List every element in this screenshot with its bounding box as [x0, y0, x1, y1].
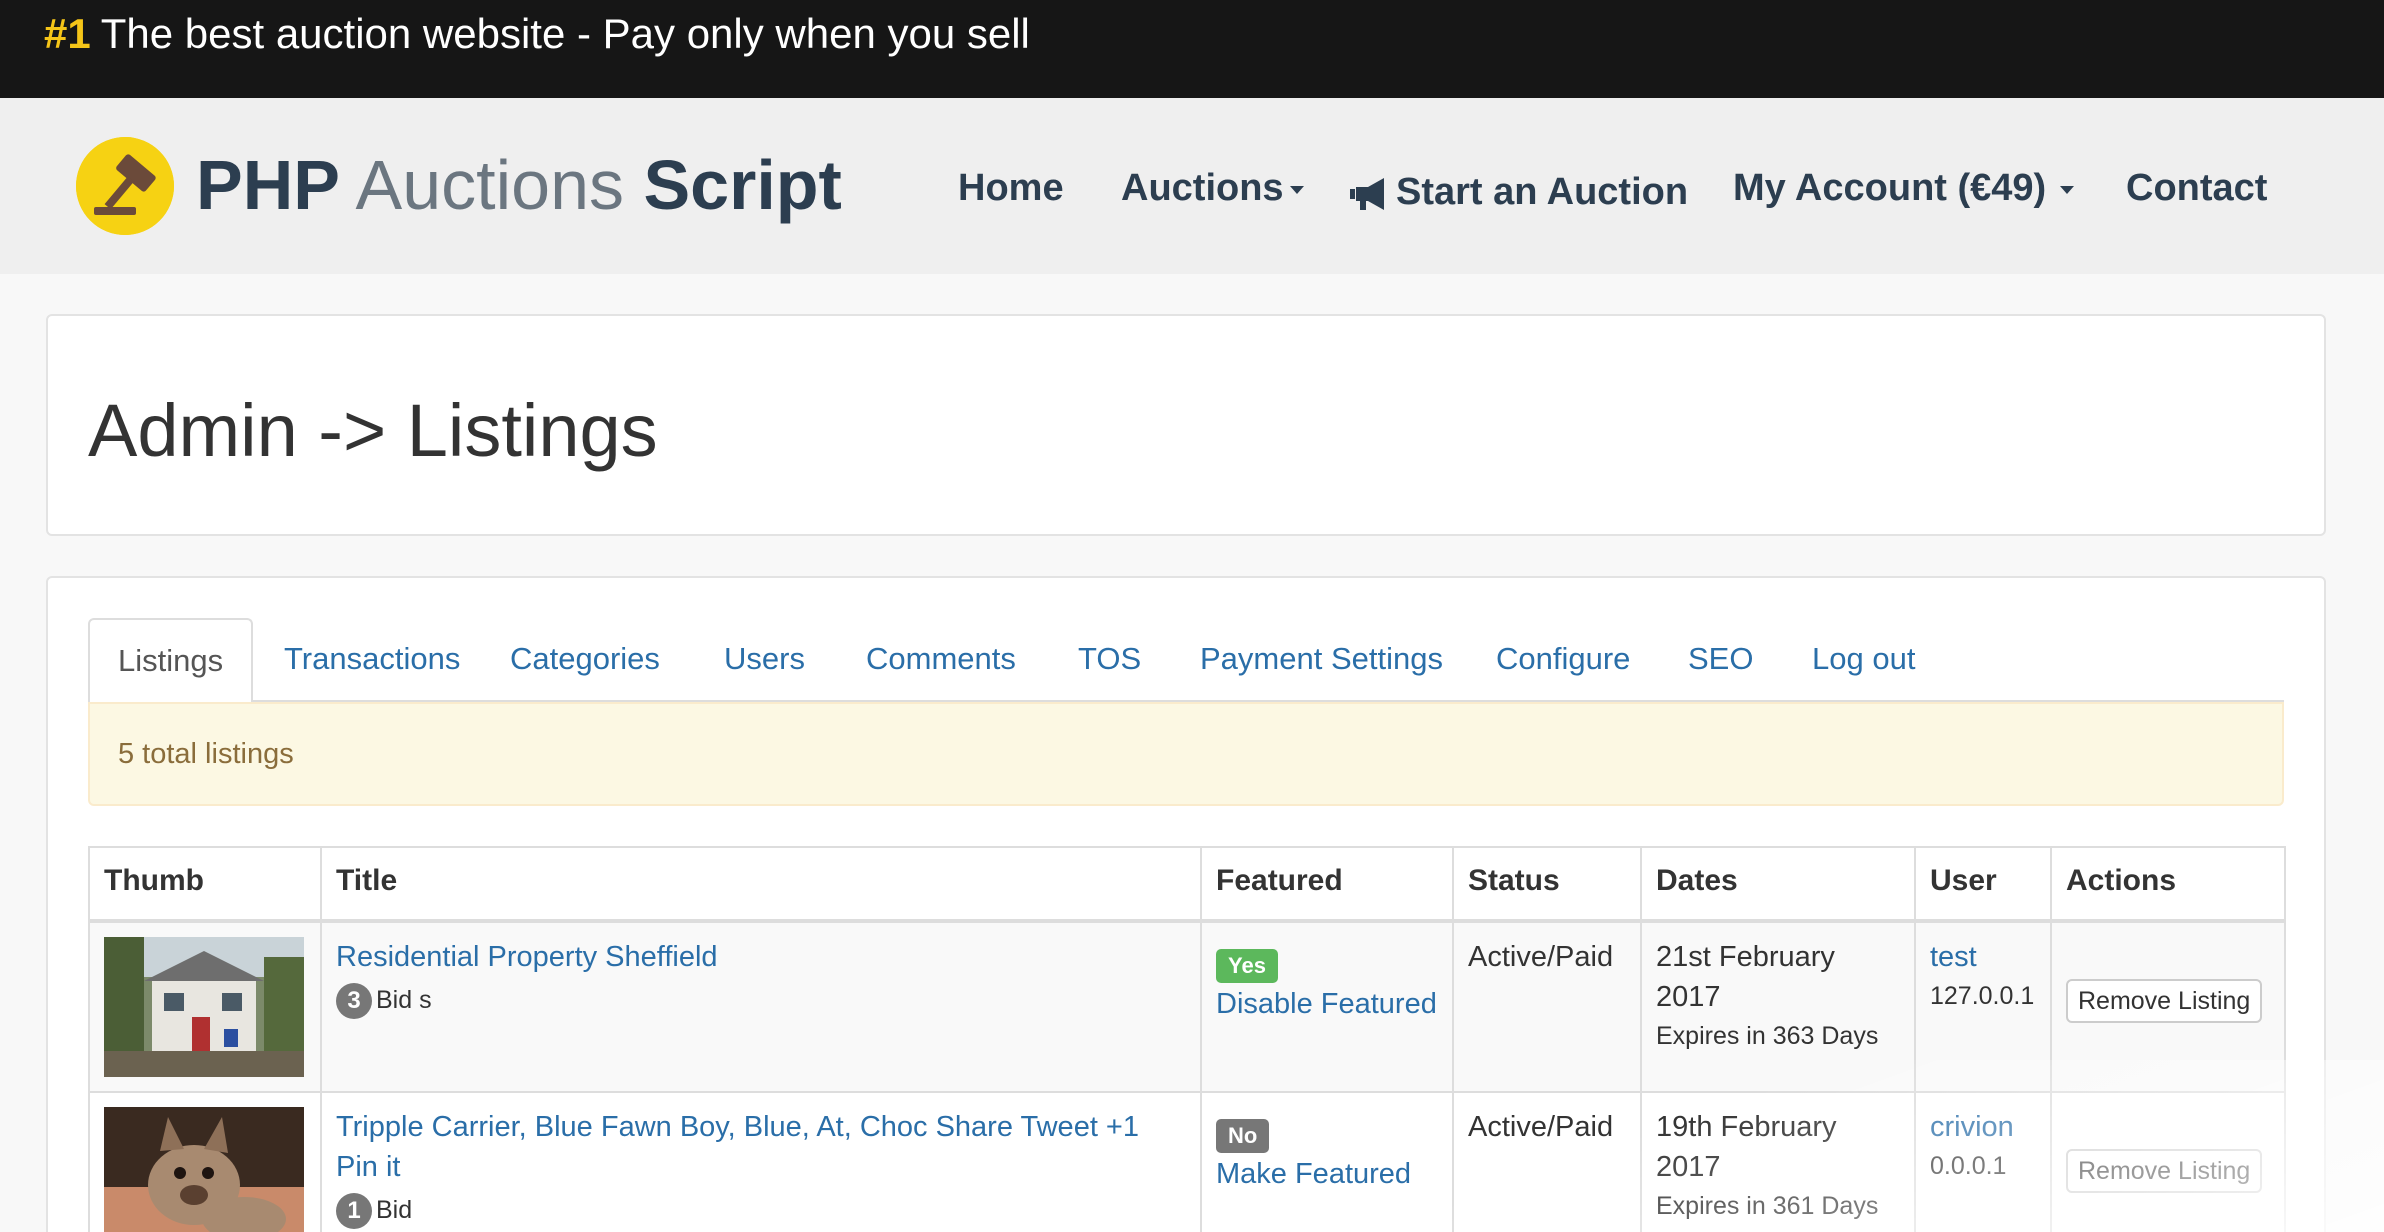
- listing-title-link[interactable]: Tripple Carrier, Blue Fawn Boy, Blue, At…: [336, 1107, 1186, 1187]
- expires-text: Expires in 361 Days: [1656, 1192, 1879, 1220]
- nav-start-auction-label: Start an Auction: [1396, 171, 1689, 213]
- bid-count-badge: 1: [336, 1193, 372, 1229]
- bid-count: 3 Bid s: [336, 981, 1186, 1019]
- page-title: Admin -> Listings: [88, 389, 658, 472]
- tab-payment-settings[interactable]: Payment Settings: [1200, 618, 1443, 702]
- bid-count-label: Bid: [376, 1196, 413, 1224]
- thumb-cell: [88, 920, 322, 1093]
- promo-number: #1: [44, 10, 91, 57]
- status-cell: Active/Paid: [1452, 1091, 1642, 1232]
- title-cell: Residential Property Sheffield 3 Bid s: [320, 920, 1202, 1093]
- puppy-thumbnail-image[interactable]: [104, 1107, 304, 1232]
- header-user: User: [1914, 846, 2052, 923]
- user-link[interactable]: crivion: [1930, 1107, 2036, 1147]
- house-thumbnail-image[interactable]: [104, 937, 304, 1077]
- featured-cell: No Make Featured: [1200, 1091, 1454, 1232]
- remove-listing-button[interactable]: Remove Listing: [2066, 979, 2263, 1023]
- title-cell: Tripple Carrier, Blue Fawn Boy, Blue, At…: [320, 1091, 1202, 1232]
- user-ip: 0.0.0.1: [1930, 1152, 2007, 1180]
- nav-auctions-dropdown[interactable]: Auctions: [1121, 160, 1304, 216]
- chevron-down-icon: [2060, 185, 2075, 194]
- tab-tos[interactable]: TOS: [1078, 618, 1141, 702]
- bid-count-badge: 3: [336, 983, 372, 1019]
- listings-table: Thumb Title Featured Status Dates User A…: [88, 846, 2286, 1232]
- actions-cell: Remove Listing: [2050, 920, 2286, 1093]
- tab-configure[interactable]: Configure: [1496, 618, 1630, 702]
- toggle-featured-link[interactable]: Make Featured: [1216, 1154, 1438, 1194]
- chevron-down-icon: [1289, 185, 1304, 194]
- remove-listing-button[interactable]: Remove Listing: [2066, 1149, 2263, 1193]
- header-title: Title: [320, 846, 1202, 923]
- toggle-featured-link[interactable]: Disable Featured: [1216, 984, 1438, 1024]
- thumb-cell: [88, 1091, 322, 1232]
- title-panel: Admin -> Listings: [46, 314, 2326, 536]
- nav-auctions-label: Auctions: [1121, 167, 1284, 209]
- tab-log-out[interactable]: Log out: [1812, 618, 1915, 702]
- admin-panel: Listings Transactions Categories Users C…: [46, 576, 2326, 1232]
- header-dates: Dates: [1640, 846, 1916, 923]
- listing-date: 21st February 2017: [1656, 941, 1835, 1013]
- status-cell: Active/Paid: [1452, 920, 1642, 1093]
- megaphone-icon: [1350, 177, 1384, 210]
- tab-transactions[interactable]: Transactions: [284, 618, 460, 702]
- table-row: Residential Property Sheffield 3 Bid s Ye…: [88, 920, 2286, 1093]
- table-header-row: Thumb Title Featured Status Dates User A…: [88, 846, 2286, 923]
- user-link[interactable]: test: [1930, 937, 2036, 977]
- nav-account-label: My Account (€49): [1733, 167, 2047, 209]
- bid-count-label: Bid s: [376, 986, 432, 1014]
- header-featured: Featured: [1200, 846, 1454, 923]
- nav-contact-label: Contact: [2126, 167, 2268, 209]
- header-status: Status: [1452, 846, 1642, 923]
- tab-comments[interactable]: Comments: [866, 618, 1016, 702]
- listing-date: 19th February 2017: [1656, 1111, 1837, 1183]
- featured-cell: Yes Disable Featured: [1200, 920, 1454, 1093]
- admin-tabs: Listings Transactions Categories Users C…: [88, 618, 2284, 704]
- tab-categories[interactable]: Categories: [510, 618, 660, 702]
- header-thumb: Thumb: [88, 846, 322, 923]
- navbar: PHP Auctions Script Home Auctions Start …: [0, 98, 2384, 274]
- listing-title-link[interactable]: Residential Property Sheffield: [336, 937, 1186, 977]
- nav-home-label: Home: [958, 167, 1064, 209]
- nav-contact[interactable]: Contact: [2126, 160, 2267, 216]
- promo-text: The best auction website - Pay only when…: [100, 10, 1030, 57]
- total-listings-alert: 5 total listings: [88, 702, 2284, 806]
- nav-home[interactable]: Home: [958, 160, 1064, 216]
- nav-my-account-dropdown[interactable]: My Account (€49): [1733, 160, 2075, 216]
- actions-cell: Remove Listing: [2050, 1091, 2286, 1232]
- header-actions: Actions: [2050, 846, 2286, 923]
- nav-links: Home Auctions Start an Auction My Accoun…: [0, 98, 2384, 274]
- user-cell: crivion 0.0.0.1: [1914, 1091, 2052, 1232]
- nav-start-auction[interactable]: Start an Auction: [1348, 164, 1688, 220]
- expires-text: Expires in 363 Days: [1656, 1022, 1879, 1050]
- table-row: Tripple Carrier, Blue Fawn Boy, Blue, At…: [88, 1091, 2286, 1232]
- bid-count: 1 Bid: [336, 1191, 1186, 1229]
- dates-cell: 19th February 2017 Expires in 361 Days: [1640, 1091, 1916, 1232]
- user-ip: 127.0.0.1: [1930, 982, 2035, 1010]
- tab-listings[interactable]: Listings: [88, 618, 254, 704]
- featured-status-badge: No: [1216, 1119, 1270, 1153]
- dates-cell: 21st February 2017 Expires in 363 Days: [1640, 920, 1916, 1093]
- promo-bar: #1 The best auction website - Pay only wh…: [0, 0, 2384, 98]
- tab-users[interactable]: Users: [724, 618, 805, 702]
- user-cell: test 127.0.0.1: [1914, 920, 2052, 1093]
- featured-status-badge: Yes: [1216, 949, 1278, 983]
- tab-seo[interactable]: SEO: [1688, 618, 1753, 702]
